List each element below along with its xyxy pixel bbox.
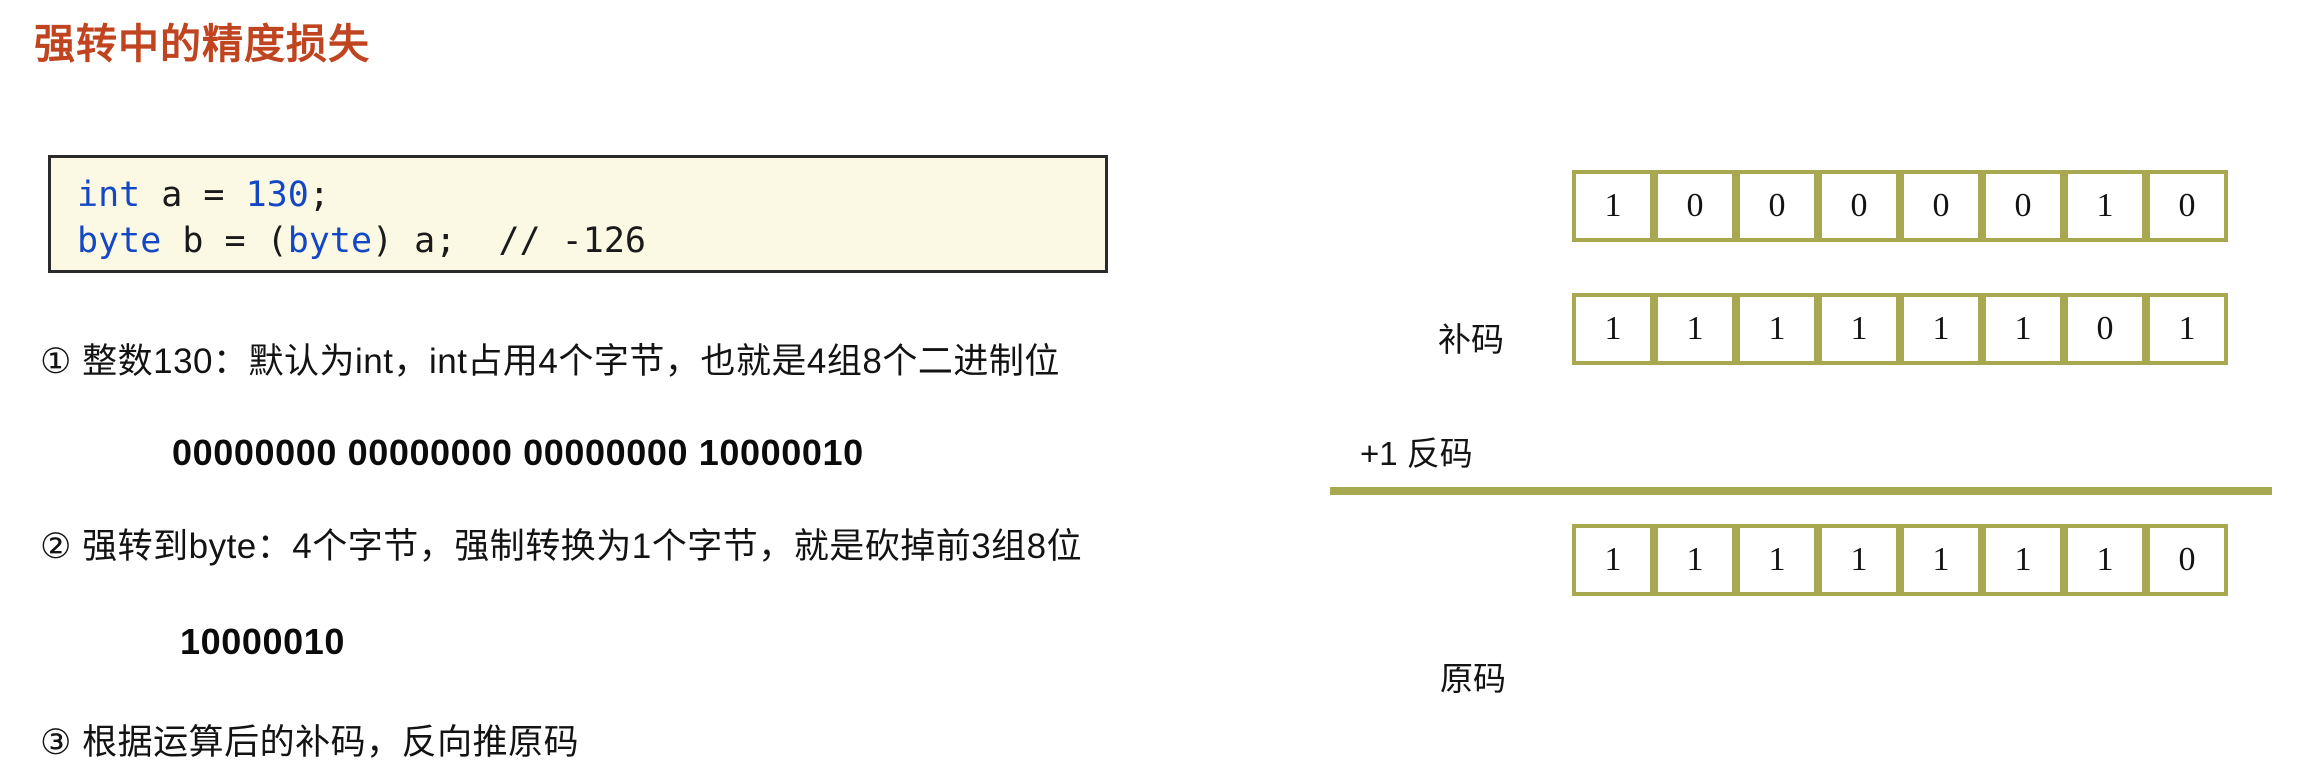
bit-cell: 1 — [1572, 170, 1654, 242]
explanation-step-1: ① 整数130：默认为int，int占用4个字节，也就是4组8个二进制位 — [40, 342, 1060, 381]
bit-cell: 1 — [1654, 293, 1736, 365]
binary-value-byte: 10000010 — [180, 621, 345, 662]
bit-cell: 0 — [1982, 170, 2064, 242]
code-line-1: int a = 130; — [77, 172, 1105, 218]
code-text: ) a; — [372, 221, 499, 261]
code-comment: // -126 — [498, 221, 646, 261]
bit-cell: 1 — [1572, 293, 1654, 365]
bit-row-original: 1 1 1 1 1 1 1 0 — [1572, 524, 2228, 596]
bit-cell: 1 — [1654, 524, 1736, 596]
label-complement: 补码 — [1438, 321, 1504, 358]
label-plus-one-inverse: +1 反码 — [1360, 435, 1473, 472]
bit-cell: 1 — [1900, 524, 1982, 596]
bit-cell: 1 — [1572, 524, 1654, 596]
bit-cell: 0 — [1818, 170, 1900, 242]
bit-row-truncated-byte: 1 0 0 0 0 0 1 0 — [1572, 170, 2228, 242]
bit-cell: 1 — [1818, 293, 1900, 365]
code-line-2: byte b = (byte) a; // -126 — [77, 218, 1105, 264]
code-block: int a = 130; byte b = (byte) a; // -126 — [48, 155, 1108, 273]
bit-cell: 1 — [1982, 293, 2064, 365]
code-text: ; — [308, 175, 330, 215]
bit-cell: 1 — [2064, 524, 2146, 596]
divider-line — [1330, 487, 2272, 495]
bit-cell: 1 — [1900, 293, 1982, 365]
code-text: b = ( — [161, 221, 288, 261]
bit-cell: 0 — [2146, 524, 2228, 596]
bit-cell: 0 — [1900, 170, 1982, 242]
bit-cell: 1 — [2146, 293, 2228, 365]
label-original-code: 原码 — [1440, 660, 1506, 697]
bit-cell: 1 — [1818, 524, 1900, 596]
code-keyword-int: int — [77, 175, 141, 215]
bit-cell: 0 — [1736, 170, 1818, 242]
code-number-130: 130 — [245, 175, 309, 215]
bit-cell: 1 — [1736, 524, 1818, 596]
bit-cell: 1 — [1736, 293, 1818, 365]
code-cast-byte: byte — [287, 221, 373, 261]
page-title: 强转中的精度损失 — [34, 21, 370, 67]
bit-cell: 1 — [2064, 170, 2146, 242]
bit-cell: 0 — [1654, 170, 1736, 242]
binary-value-int: 00000000 00000000 00000000 10000010 — [172, 432, 864, 473]
code-text: a = — [140, 175, 246, 215]
explanation-step-3: ③ 根据运算后的补码，反向推原码 — [40, 723, 580, 762]
explanation-step-2: ② 强转到byte：4个字节，强制转换为1个字节，就是砍掉前3组8位 — [40, 527, 1083, 566]
bit-row-complement: 1 1 1 1 1 1 0 1 — [1572, 293, 2228, 365]
bit-cell: 0 — [2146, 170, 2228, 242]
bit-cell: 1 — [1982, 524, 2064, 596]
code-keyword-byte: byte — [77, 221, 162, 261]
bit-cell: 0 — [2064, 293, 2146, 365]
